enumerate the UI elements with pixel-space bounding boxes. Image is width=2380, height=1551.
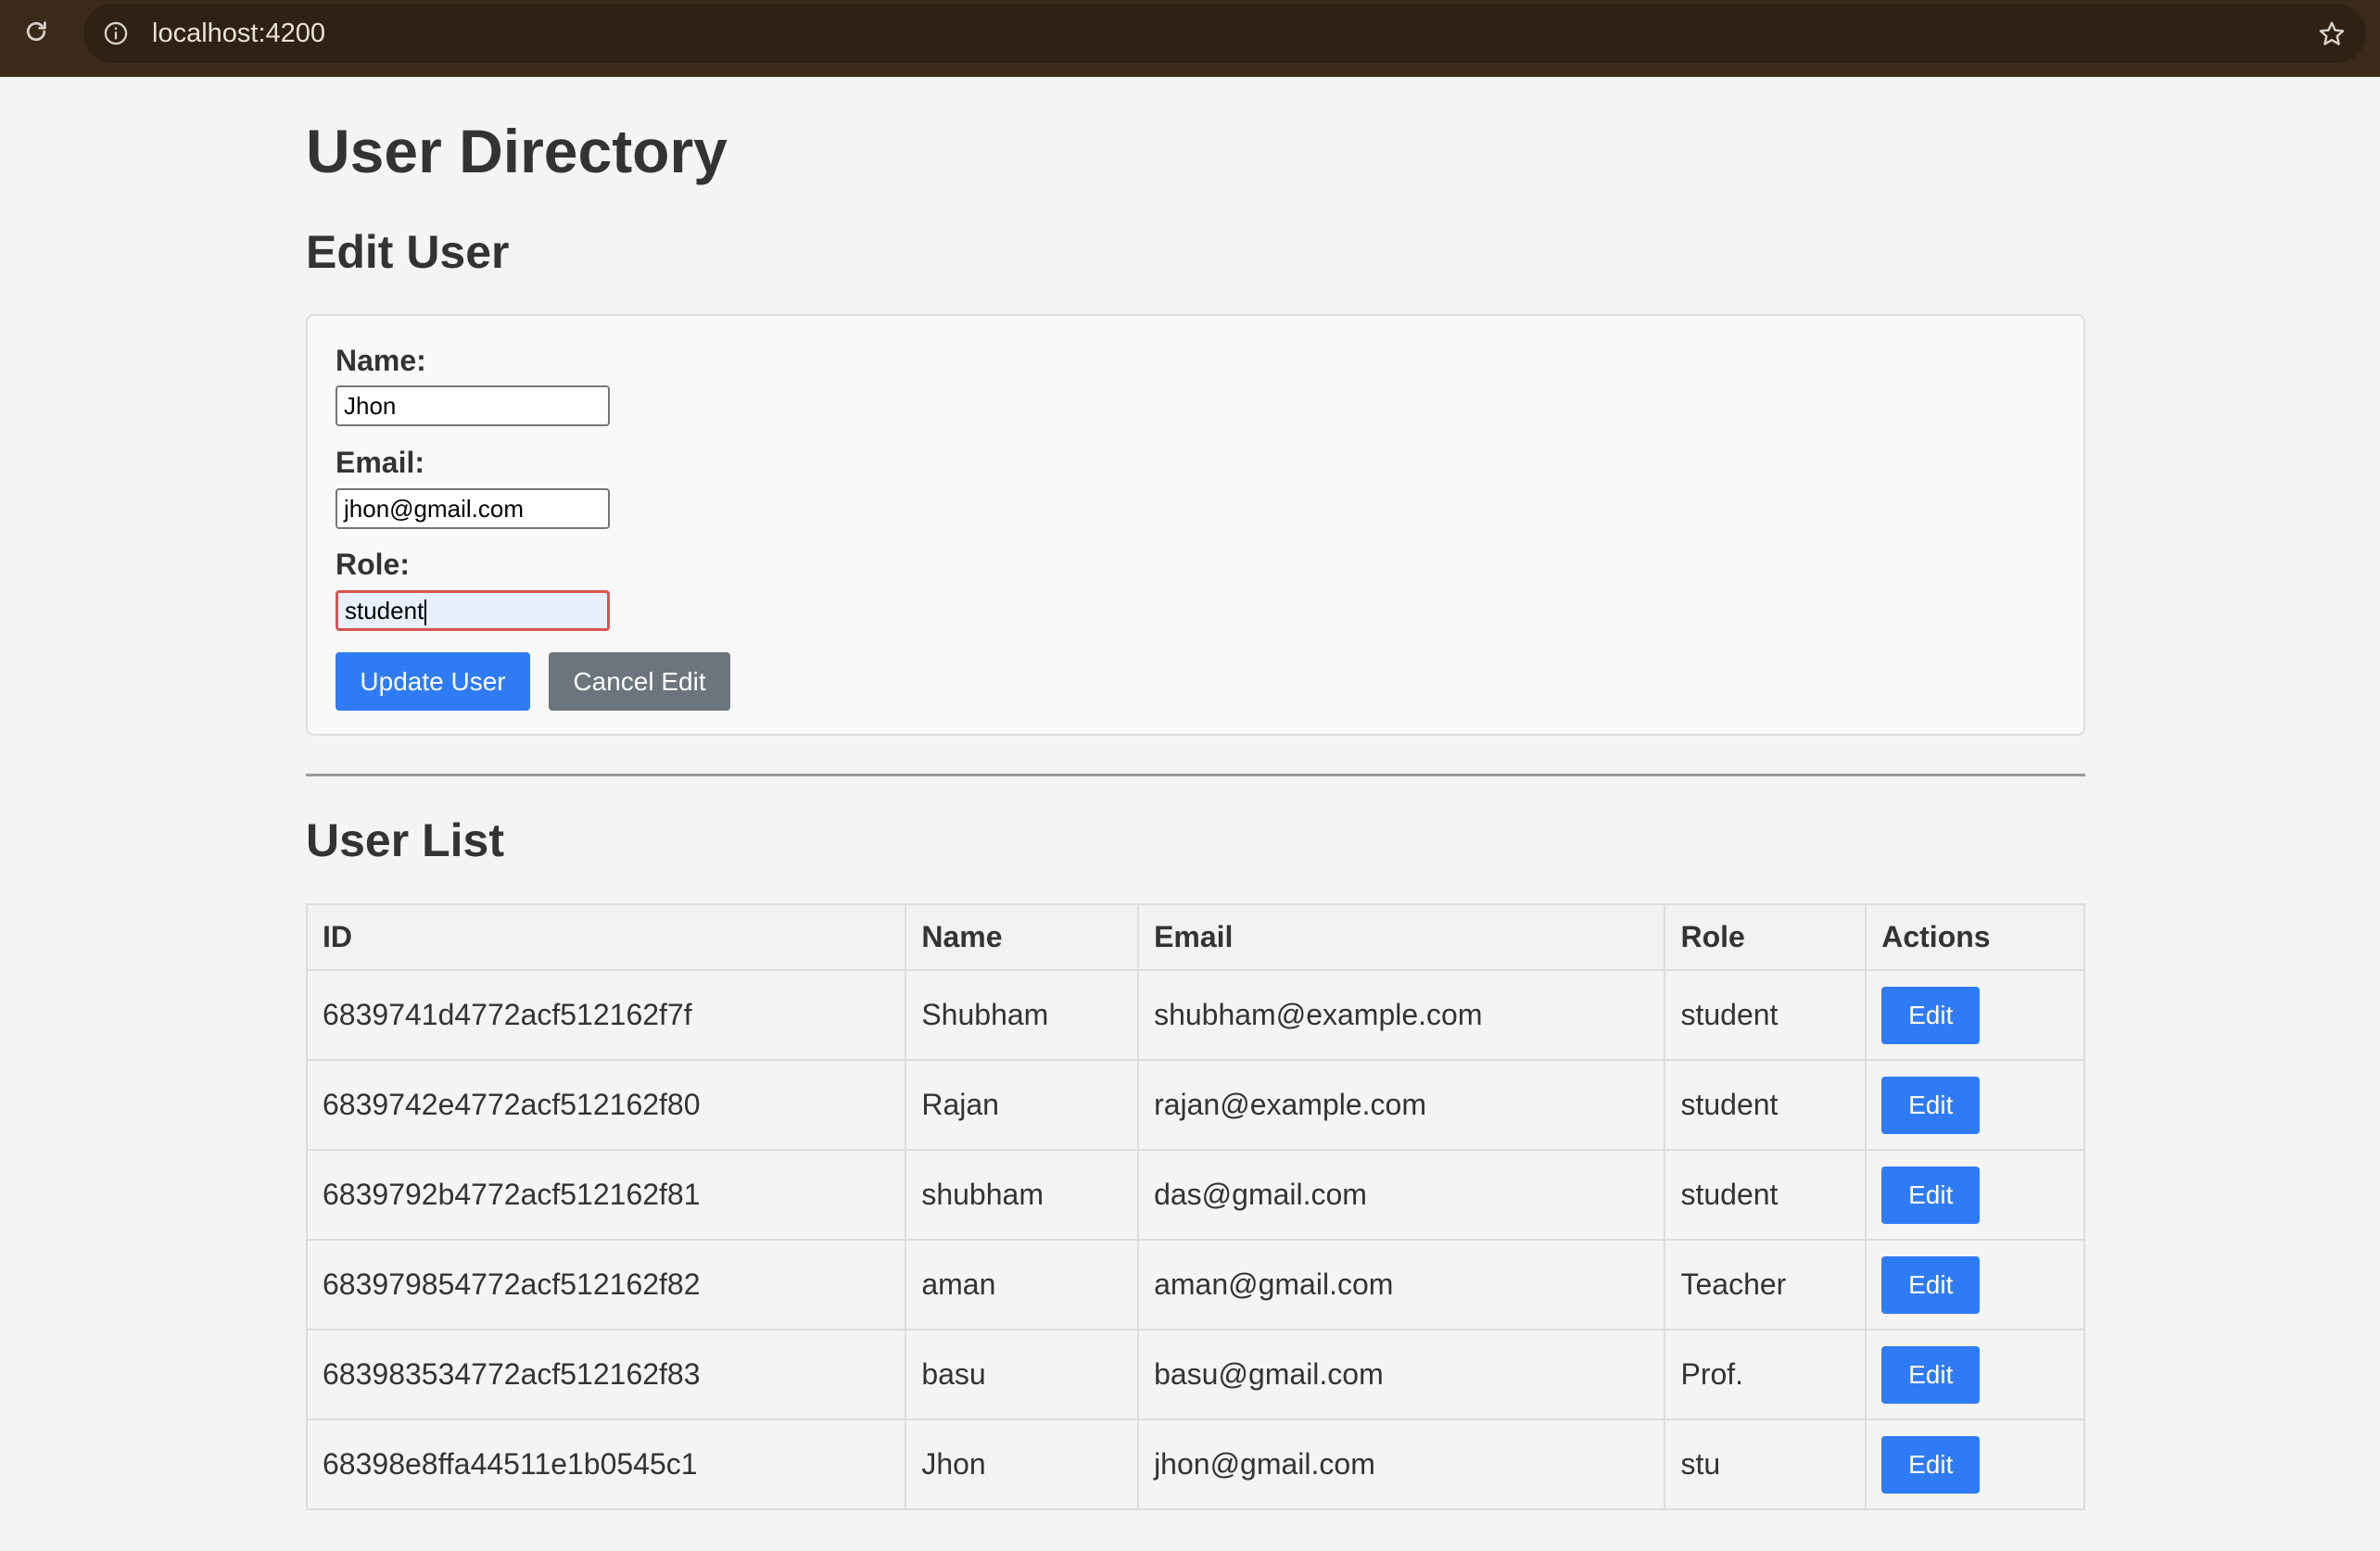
cell-name: Jhon — [905, 1419, 1140, 1510]
edit-user-form: Name: Jhon Email: jhon@gmail.com Role: s… — [306, 314, 2085, 736]
cell-id: 683983534772acf512162f83 — [305, 1329, 907, 1420]
user-list-heading: User List — [306, 814, 504, 866]
table-row: 6839741d4772acf512162f7f Shubham shubham… — [305, 969, 2085, 1061]
cell-id: 68398e8ffa44511e1b0545c1 — [305, 1419, 907, 1510]
cell-email: aman@gmail.com — [1137, 1239, 1666, 1330]
cell-id: 6839742e4772acf512162f80 — [305, 1059, 907, 1151]
cell-name: basu — [905, 1329, 1140, 1420]
star-icon[interactable] — [2316, 19, 2348, 50]
section-divider — [306, 774, 2085, 776]
cancel-edit-button[interactable]: Cancel Edit — [549, 652, 730, 711]
table-header-row: ID Name Email Role Actions — [305, 903, 2085, 971]
cell-email: rajan@example.com — [1137, 1059, 1666, 1151]
users-table: ID Name Email Role Actions 6839741d4772a… — [305, 903, 2085, 1510]
reload-icon[interactable] — [20, 16, 52, 47]
cell-id: 6839741d4772acf512162f7f — [305, 969, 907, 1061]
text-caret — [424, 599, 427, 626]
cell-actions: Edit — [1865, 969, 2085, 1061]
cell-email: shubham@example.com — [1137, 969, 1666, 1061]
table-row: 683983534772acf512162f83 basu basu@gmail… — [305, 1329, 2085, 1420]
url-text[interactable]: localhost:4200 — [152, 4, 325, 63]
header-role: Role — [1664, 903, 1867, 971]
cell-role: student — [1664, 1149, 1867, 1241]
cell-actions: Edit — [1865, 1059, 2085, 1151]
browser-toolbar: localhost:4200 — [0, 0, 2380, 77]
edit-button[interactable]: Edit — [1881, 1166, 1981, 1224]
header-actions: Actions — [1865, 903, 2085, 971]
cell-email: das@gmail.com — [1137, 1149, 1666, 1241]
cell-name: shubham — [905, 1149, 1140, 1241]
edit-button[interactable]: Edit — [1881, 1435, 1981, 1494]
cell-actions: Edit — [1865, 1149, 2085, 1241]
edit-user-heading: Edit User — [306, 226, 510, 278]
role-label: Role: — [335, 548, 410, 581]
cell-role: Teacher — [1664, 1239, 1867, 1330]
cell-email: basu@gmail.com — [1137, 1329, 1666, 1420]
edit-button[interactable]: Edit — [1881, 986, 1981, 1044]
role-input[interactable]: student — [335, 590, 610, 631]
cell-actions: Edit — [1865, 1419, 2085, 1510]
table-row: 6839742e4772acf512162f80 Rajan rajan@exa… — [305, 1059, 2085, 1151]
cell-name: Shubham — [905, 969, 1140, 1061]
edit-button[interactable]: Edit — [1881, 1255, 1981, 1314]
page-title: User Directory — [306, 117, 728, 185]
cell-name: aman — [905, 1239, 1140, 1330]
cell-role: student — [1664, 1059, 1867, 1151]
update-user-button[interactable]: Update User — [335, 652, 530, 711]
edit-button[interactable]: Edit — [1881, 1076, 1981, 1134]
role-input-value: student — [345, 597, 424, 624]
table-row: 683979854772acf512162f82 aman aman@gmail… — [305, 1239, 2085, 1330]
name-input[interactable]: Jhon — [335, 385, 610, 426]
email-label: Email: — [335, 446, 425, 479]
cell-role: stu — [1664, 1419, 1867, 1510]
header-email: Email — [1137, 903, 1666, 971]
name-label: Name: — [335, 344, 426, 377]
cell-role: Prof. — [1664, 1329, 1867, 1420]
cell-id: 683979854772acf512162f82 — [305, 1239, 907, 1330]
table-row: 68398e8ffa44511e1b0545c1 Jhon jhon@gmail… — [305, 1419, 2085, 1510]
cell-actions: Edit — [1865, 1239, 2085, 1330]
table-row: 6839792b4772acf512162f81 shubham das@gma… — [305, 1149, 2085, 1241]
cell-id: 6839792b4772acf512162f81 — [305, 1149, 907, 1241]
edit-button[interactable]: Edit — [1881, 1345, 1981, 1404]
header-id: ID — [305, 903, 907, 971]
header-name: Name — [905, 903, 1140, 971]
cell-email: jhon@gmail.com — [1137, 1419, 1666, 1510]
cell-actions: Edit — [1865, 1329, 2085, 1420]
info-icon[interactable] — [102, 19, 130, 47]
cell-role: student — [1664, 969, 1867, 1061]
email-input[interactable]: jhon@gmail.com — [335, 488, 610, 529]
cell-name: Rajan — [905, 1059, 1140, 1151]
address-bar[interactable]: localhost:4200 — [83, 4, 2366, 63]
